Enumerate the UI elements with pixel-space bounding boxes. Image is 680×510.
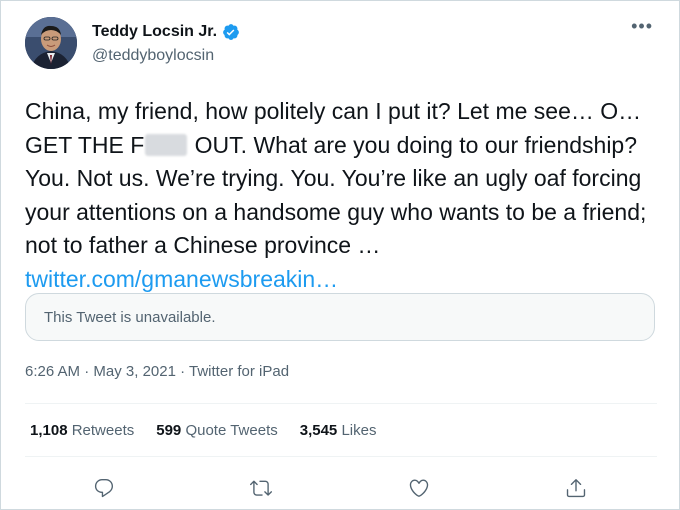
tweet-stats: 1,108 Retweets 599 Quote Tweets 3,545 Li…	[30, 422, 376, 439]
likes-stat[interactable]: 3,545 Likes	[300, 422, 377, 439]
avatar[interactable]	[25, 17, 77, 69]
quotes-label: Quote Tweets	[185, 422, 278, 439]
quotes-count: 599	[156, 422, 182, 439]
meta-separator: ·	[175, 363, 190, 380]
meta-separator: ·	[80, 363, 94, 380]
more-icon[interactable]: •••	[631, 17, 653, 35]
tweet-meta: 6:26 AM · May 3, 2021 · Twitter for iPad	[25, 363, 289, 380]
likes-count: 3,545	[299, 422, 338, 439]
censored-word	[145, 133, 188, 156]
like-icon[interactable]	[404, 473, 434, 503]
tweet-source[interactable]: Twitter for iPad	[189, 363, 289, 380]
tweet-text: China, my friend, how politely can I put…	[25, 95, 665, 296]
share-icon[interactable]	[561, 473, 591, 503]
tweet-actions	[25, 467, 657, 507]
author-info: Teddy Locsin Jr. @teddyboylocsin	[92, 23, 240, 65]
retweet-icon[interactable]	[246, 473, 276, 503]
divider	[25, 456, 657, 457]
tweet-date[interactable]: May 3, 2021	[93, 363, 176, 380]
name-row: Teddy Locsin Jr.	[92, 23, 240, 41]
tweet-header: Teddy Locsin Jr. @teddyboylocsin •••	[25, 17, 661, 75]
retweets-label: Retweets	[71, 422, 135, 439]
reply-icon[interactable]	[89, 473, 119, 503]
tweet-card: Teddy Locsin Jr. @teddyboylocsin ••• Chi…	[0, 0, 680, 510]
author-name[interactable]: Teddy Locsin Jr.	[92, 23, 217, 41]
author-handle[interactable]: @teddyboylocsin	[92, 47, 240, 65]
divider	[25, 403, 657, 404]
retweets-stat[interactable]: 1,108 Retweets	[30, 422, 134, 439]
retweets-count: 1,108	[30, 422, 68, 439]
tweet-time[interactable]: 6:26 AM	[25, 363, 80, 380]
quote-unavailable-text: This Tweet is unavailable.	[44, 309, 216, 326]
likes-label: Likes	[341, 422, 377, 439]
quote-tweets-stat[interactable]: 599 Quote Tweets	[156, 422, 277, 439]
quoted-tweet-unavailable: This Tweet is unavailable.	[25, 293, 655, 341]
tweet-link[interactable]: twitter.com/gmanewsbreakin…	[25, 266, 338, 292]
verified-badge-icon	[222, 23, 240, 41]
